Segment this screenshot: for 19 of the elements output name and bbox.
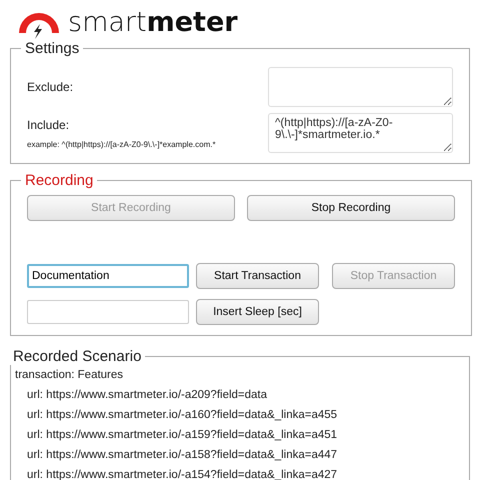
recording-button[interactable]: Stop Recording <box>247 195 455 221</box>
scenario-line: url: https://www.smartmeter.io/-a160?field=data&_linka=a455 <box>27 408 338 423</box>
scenario-line: transaction: Features <box>15 368 124 383</box>
scenario-line: url: https://www.smartmeter.io/-a209?field=data <box>27 388 268 403</box>
sleep-field[interactable] <box>27 300 189 324</box>
insert-sleep-button[interactable]: Insert Sleep [sec] <box>196 299 319 325</box>
transaction-button[interactable]: Start Transaction <box>196 263 319 289</box>
exclude-label: Exclude: <box>27 80 74 94</box>
settings-legend: Settings <box>21 40 84 57</box>
include-hint: example: ^(http|https)://[a-zA-Z0-9\.\-]*example.com.* <box>27 140 216 148</box>
scenario-line: url: https://www.smartmeter.io/-a158?field=data&_linka=a447 <box>27 448 338 463</box>
exclude-field[interactable] <box>268 67 453 107</box>
scenario-line: url: https://www.smartmeter.io/-a159?field=data&_linka=a451 <box>27 428 338 443</box>
include-label: Include: <box>27 118 70 132</box>
scenario-legend: Recorded Scenario <box>9 348 146 365</box>
recording-legend: Recording <box>21 172 98 189</box>
include-field[interactable]: ^(http|https)://[a-zA-Z0-9\.\-]*smartmeter.io.* <box>268 113 453 153</box>
logo-wordmark: smartmeter <box>68 6 238 40</box>
transaction-name-field[interactable]: Documentation <box>27 264 189 288</box>
